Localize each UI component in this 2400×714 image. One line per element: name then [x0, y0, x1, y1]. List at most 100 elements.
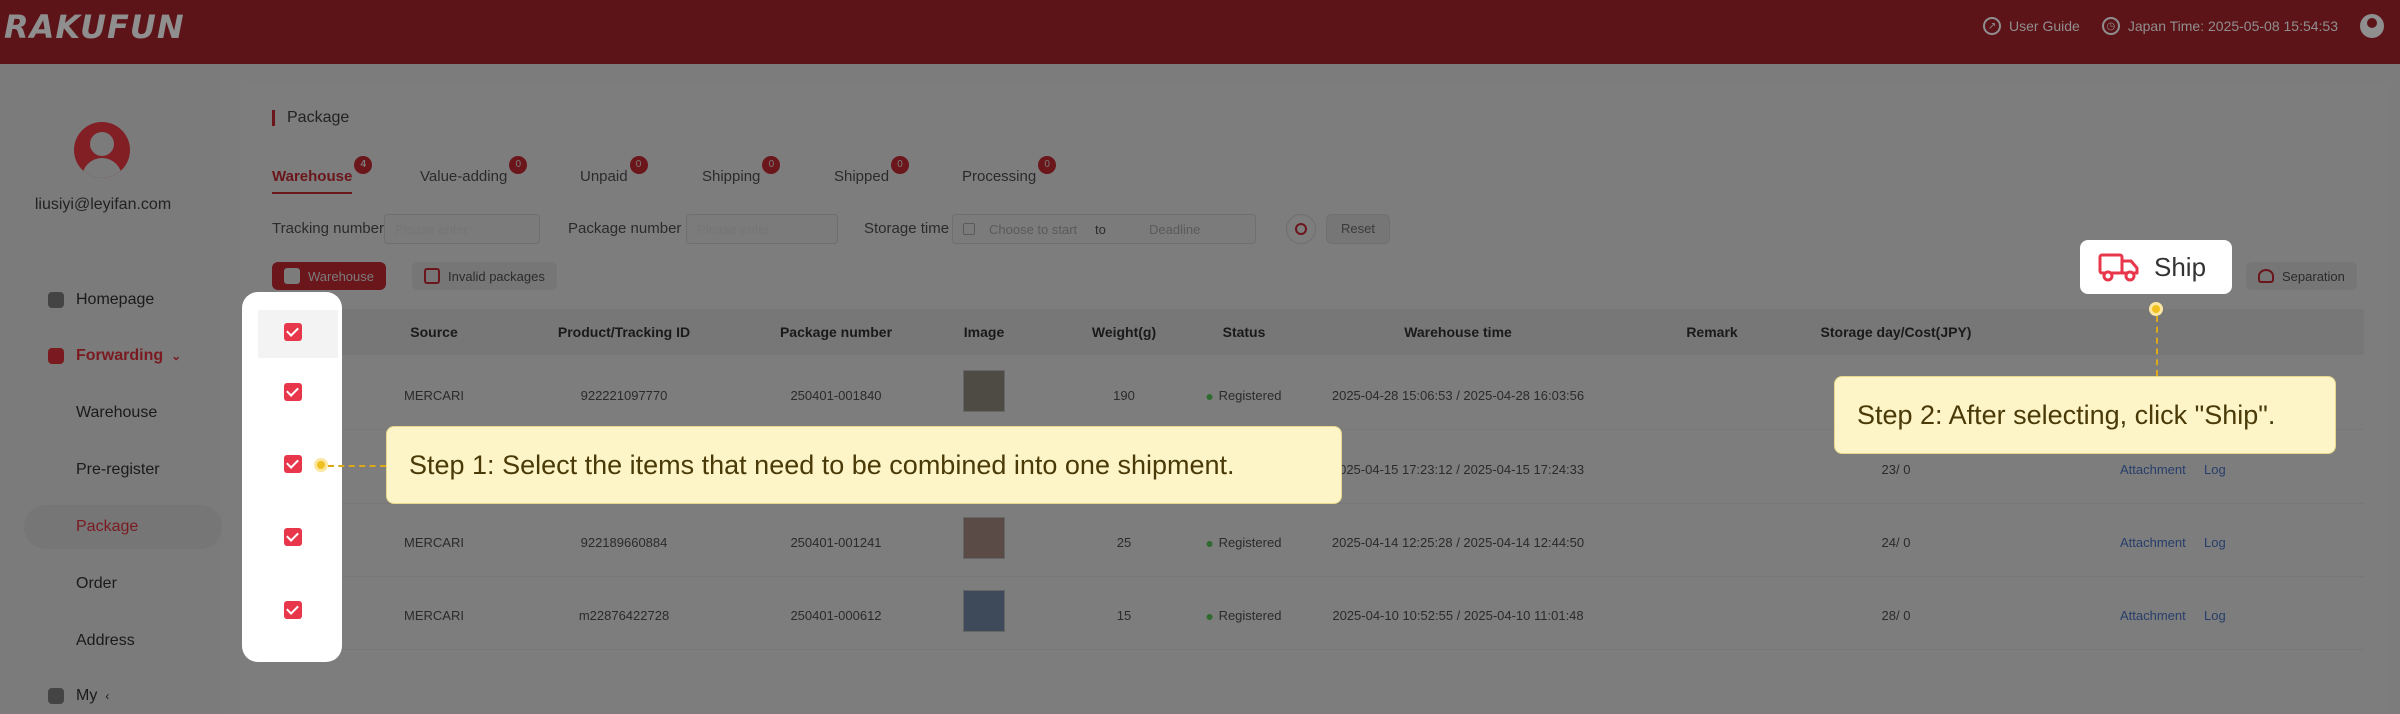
tab-label: Processing: [962, 168, 1037, 185]
log-link[interactable]: Log: [2204, 535, 2226, 550]
status-cell: Registered: [1207, 608, 1282, 623]
japan-time: ◷ Japan Time: 2025-05-08 15:54:53: [2101, 17, 2338, 35]
product-thumbnail[interactable]: [963, 590, 1005, 632]
weight-cell: 25: [1116, 535, 1132, 550]
attachment-link[interactable]: Attachment: [2120, 535, 2186, 550]
col-product-id: Product/Tracking ID: [557, 324, 691, 340]
tab-shipping[interactable]: Shipping 0: [702, 156, 781, 185]
tab-warehouse[interactable]: Warehouse 4: [272, 156, 373, 194]
tab-label: Unpaid: [580, 168, 628, 185]
warehouse-button[interactable]: Warehouse: [272, 262, 386, 290]
sidebar-item-label: My: [76, 687, 98, 704]
attachment-link[interactable]: Attachment: [2120, 608, 2186, 623]
user-icon: [48, 688, 64, 704]
package-number-cell: 250401-001840: [790, 388, 882, 403]
log-link[interactable]: Log: [2204, 462, 2226, 477]
storage-date-range[interactable]: Choose to start to Deadline: [952, 214, 1256, 244]
search-button[interactable]: [1286, 214, 1316, 244]
col-weight: Weight(g): [1091, 324, 1157, 340]
forwarding-icon: [48, 348, 64, 364]
sidebar-item-forwarding[interactable]: Forwarding ⌄: [0, 334, 222, 378]
truck-icon: [2098, 253, 2139, 282]
tab-unpaid[interactable]: Unpaid 0: [580, 156, 648, 185]
user-email: liusiyi@leyifan.com: [34, 196, 172, 213]
col-source: Source: [410, 324, 458, 340]
row-checkbox[interactable]: [284, 601, 302, 619]
separation-button[interactable]: Separation: [2246, 262, 2357, 290]
sidebar-item-address[interactable]: Address: [0, 619, 222, 663]
step1-connector: [328, 465, 386, 467]
rakufun-logo[interactable]: RAKUFUN: [4, 8, 185, 46]
tracking-number-input[interactable]: [384, 214, 540, 244]
sidebar: liusiyi@leyifan.com Homepage Forwarding …: [0, 64, 222, 714]
calendar-icon: [963, 223, 975, 235]
tab-shipped[interactable]: Shipped 0: [834, 156, 910, 185]
ship-button[interactable]: Ship: [2080, 240, 2232, 294]
search-icon: [1295, 223, 1307, 235]
warehouse-icon: [284, 268, 300, 284]
sidebar-item-warehouse[interactable]: Warehouse: [0, 391, 222, 435]
row-checkbox[interactable]: [284, 455, 302, 473]
tab-processing[interactable]: Processing 0: [962, 156, 1057, 185]
user-avatar-icon[interactable]: [2360, 14, 2384, 38]
start-date-input[interactable]: Choose to start: [989, 222, 1095, 237]
sidebar-item-label: Homepage: [76, 291, 155, 308]
warehouse-button-label: Warehouse: [308, 268, 374, 284]
sidebar-item-order[interactable]: Order: [0, 562, 222, 606]
sidebar-item-my[interactable]: My ‹: [0, 674, 222, 714]
tracking-number-label: Tracking number: [272, 220, 384, 237]
user-guide-link[interactable]: ↗ User Guide: [1983, 17, 2080, 35]
product-thumbnail[interactable]: [963, 370, 1005, 412]
package-number-cell: 250401-001241: [790, 535, 882, 550]
col-image: Image: [963, 324, 1005, 340]
sidebar-item-label: Order: [76, 575, 117, 592]
separation-icon: [2258, 269, 2274, 283]
sidebar-item-pre-register[interactable]: Pre-register: [0, 448, 222, 492]
sidebar-item-label: Warehouse: [76, 404, 158, 421]
select-all-checkbox[interactable]: [284, 323, 302, 341]
col-storage: Storage day/Cost(JPY): [1820, 324, 1972, 340]
product-id-cell: 922221097770: [580, 388, 668, 403]
clock-icon: ◷: [2101, 17, 2120, 35]
count-badge: 0: [891, 156, 910, 174]
col-status: Status: [1222, 324, 1266, 340]
package-number-input[interactable]: [686, 214, 838, 244]
sidebar-item-package[interactable]: Package: [24, 505, 222, 549]
warehouse-time-cell: 2025-04-10 10:52:55 / 2025-04-10 11:01:4…: [1332, 608, 1584, 623]
japan-time-label: Japan Time: 2025-05-08 15:54:53: [2127, 18, 2338, 34]
step1-marker-dot: [314, 458, 328, 472]
table-header: Source Product/Tracking ID Package numbe…: [256, 309, 2364, 355]
row-checkbox[interactable]: [284, 528, 302, 546]
invalid-packages-button[interactable]: Invalid packages: [412, 262, 557, 290]
sidebar-item-label: Address: [76, 632, 135, 649]
attachment-link[interactable]: Attachment: [2120, 462, 2186, 477]
separation-label: Separation: [2282, 268, 2345, 284]
page-title: Package: [272, 110, 349, 126]
profile-avatar: [74, 122, 130, 178]
top-bar: RAKUFUN ↗ User Guide ◷ Japan Time: 2025-…: [0, 0, 2400, 64]
table-row[interactable]: MERCARI 922189660884 250401-001241 25 Re…: [256, 505, 2364, 577]
step1-tooltip: Step 1: Select the items that need to be…: [386, 426, 1342, 504]
step2-tooltip: Step 2: After selecting, click "Ship".: [1834, 376, 2336, 454]
range-to-label: to: [1095, 221, 1106, 237]
source-cell: MERCARI: [404, 535, 464, 550]
table-row[interactable]: MERCARI m22876422728 250401-000612 15 Re…: [256, 578, 2364, 650]
row-checkbox[interactable]: [284, 383, 302, 401]
product-thumbnail[interactable]: [963, 517, 1005, 559]
col-warehouse-time: Warehouse time: [1404, 324, 1512, 340]
tab-label: Warehouse: [272, 168, 353, 185]
status-cell: Registered: [1207, 535, 1282, 550]
sidebar-item-label: Forwarding: [76, 347, 164, 364]
reset-button[interactable]: Reset: [1326, 214, 1390, 244]
package-number-cell: 250401-000612: [790, 608, 882, 623]
tab-value-adding[interactable]: Value-adding 0: [420, 156, 528, 185]
log-link[interactable]: Log: [2204, 608, 2226, 623]
tab-label: Value-adding: [420, 168, 508, 185]
compass-icon: ↗: [1983, 17, 2002, 35]
storage-cell: 28/ 0: [1881, 608, 1911, 623]
sidebar-item-homepage[interactable]: Homepage: [0, 278, 222, 322]
top-right-area: ↗ User Guide ◷ Japan Time: 2025-05-08 15…: [1983, 0, 2400, 52]
package-number-label: Package number: [568, 220, 682, 237]
deadline-input[interactable]: Deadline: [1149, 222, 1200, 237]
chevron-left-icon: ‹: [105, 689, 110, 703]
